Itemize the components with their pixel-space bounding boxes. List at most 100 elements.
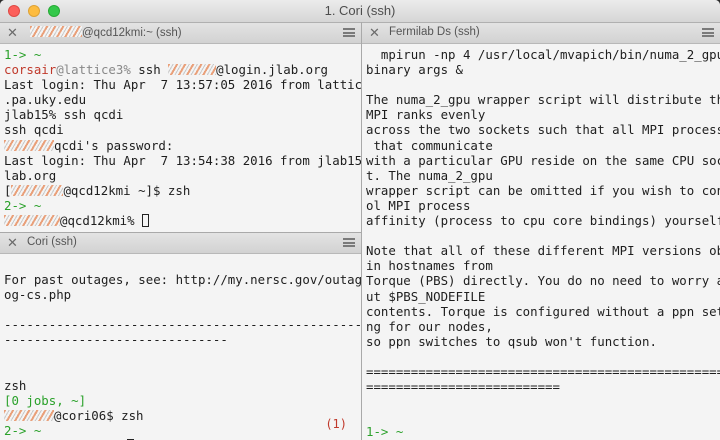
terminal-text: qcdi's password: <box>54 137 174 153</box>
terminal-text: Torque (PBS) directly. You do no need to… <box>366 273 720 289</box>
terminal-line: ng for our nodes, <box>366 319 718 334</box>
terminal-text: ssh <box>138 62 169 78</box>
terminal-output[interactable]: mpirun -np 4 /usr/local/mvapich/bin/numa… <box>366 47 720 440</box>
terminal-line: MPI ranks evenly <box>366 107 718 122</box>
redacted-username <box>4 409 54 421</box>
terminal-line: [0 jobs, ~] <box>4 393 359 408</box>
terminal-line: ----------------------------------------… <box>4 317 361 333</box>
terminal-line: ========================== <box>366 379 718 394</box>
redacted-username <box>30 26 82 37</box>
terminal-text: binary args & <box>366 62 463 78</box>
terminal-line: wrapper script can be omitted if you wis… <box>366 182 720 198</box>
terminal-window: 1. Cori (ssh) ✕ @qcd12kmi:~ (ssh) 1-> ~ c… <box>0 0 720 440</box>
terminal-text: @lattice3% <box>56 62 139 78</box>
terminal-line: qcdi's password: <box>4 138 359 153</box>
terminal-text: The numa_2_gpu wrapper script will distr… <box>366 92 720 108</box>
terminal-text: Last login: Thu Apr 7 13:54:38 2016 from… <box>4 152 361 168</box>
terminal-text: across the two sockets such that all MPI… <box>366 122 720 138</box>
terminal-line: ol MPI process <box>366 198 718 213</box>
terminal-text: For past outages, see: http://my.nersc.g… <box>4 272 361 288</box>
terminal-line: .pa.uky.edu <box>4 92 359 107</box>
close-pane-icon[interactable]: ✕ <box>7 235 18 251</box>
terminal-text: that communicate <box>366 137 493 153</box>
terminal-line: Last login: Thu Apr 7 13:54:38 2016 from… <box>4 152 361 168</box>
terminal-line: lab.org <box>4 168 359 183</box>
close-pane-icon[interactable]: ✕ <box>7 25 18 41</box>
pane-title: @qcd12kmi:~ (ssh) <box>82 27 182 39</box>
terminal-line: corsair@lattice3% ssh @login.jlab.org <box>4 62 359 77</box>
pane-title: Fermilab Ds (ssh) <box>389 26 480 38</box>
terminal-text: 1-> ~ <box>366 424 404 440</box>
pane-menu-icon[interactable] <box>702 28 714 37</box>
terminal-line: ========================================… <box>366 363 720 379</box>
terminal-line: og-cs.php <box>4 287 359 302</box>
terminal-line: ssh qcdi <box>4 122 359 137</box>
terminal-line: @cori06$ zsh <box>4 408 359 423</box>
unread-badge: (1) <box>325 417 347 431</box>
terminal-text: @login.jlab.org <box>216 62 329 78</box>
terminal-output[interactable]: 1-> ~ corsair@lattice3% ssh @login.jlab.o… <box>4 47 361 232</box>
terminal-line: that communicate <box>366 138 718 153</box>
pane-fermilab[interactable]: ✕ Fermilab Ds (ssh) mpirun -np 4 /usr/lo… <box>362 23 720 440</box>
terminal-text: mpirun -np 4 /usr/local/mvapich/bin/numa… <box>366 47 720 62</box>
terminal-text: ssh qcdi <box>4 122 64 138</box>
terminal-line: 2-> ~ <box>4 423 359 438</box>
terminal-line: The numa_2_gpu wrapper script will distr… <box>366 92 720 108</box>
terminal-line: 2-> ~ <box>4 198 359 213</box>
terminal-text: @cori06$ zsh <box>54 407 144 423</box>
terminal-line: jlab15% ssh qcdi <box>4 107 359 122</box>
pane-qcd12kmi[interactable]: ✕ @qcd12kmi:~ (ssh) 1-> ~ corsair@lattice… <box>0 23 361 232</box>
terminal-text: .pa.uky.edu <box>4 92 87 108</box>
terminal-line: Torque (PBS) directly. You do no need to… <box>366 273 720 289</box>
terminal-text: jlab15% ssh qcdi <box>4 107 124 123</box>
terminal-line: ut $PBS_NODEFILE <box>366 289 718 304</box>
terminal-output[interactable]: For past outages, see: http://my.nersc.g… <box>4 257 361 440</box>
terminal-text: 1-> ~ <box>4 47 42 62</box>
title-bar[interactable]: 1. Cori (ssh) <box>0 0 720 23</box>
window-title: 1. Cori (ssh) <box>324 3 396 18</box>
terminal-text: zsh <box>4 377 27 393</box>
terminal-text: ========================================… <box>366 363 720 379</box>
terminal-line: t. The numa_2_gpu <box>366 168 718 183</box>
terminal-text: wrapper script can be omitted if you wis… <box>366 182 720 198</box>
terminal-line: so ppn switches to qsub won't function. <box>366 334 718 349</box>
terminal-text: Last login: Thu Apr 7 13:57:05 2016 from… <box>4 77 361 93</box>
terminal-text: 2-> ~ <box>4 197 42 213</box>
terminal-text: @qcd12kmi% <box>60 213 143 229</box>
terminal-line: Last login: Thu Apr 7 13:57:05 2016 from… <box>4 77 361 93</box>
terminal-line: @qcd12kmi% <box>4 213 359 228</box>
terminal-line: 1-> ~ <box>366 424 718 439</box>
terminal-line: in hostnames from <box>366 258 718 273</box>
terminal-text: so ppn switches to qsub won't function. <box>366 333 657 349</box>
terminal-text: Note that all of these different MPI ver… <box>366 243 720 259</box>
terminal-text: @qcd12kmi ~]$ zsh <box>63 182 191 198</box>
terminal-line: zsh <box>4 378 359 393</box>
terminal-line: [@qcd12kmi ~]$ zsh <box>4 183 359 198</box>
terminal-text: ========================== <box>366 379 560 395</box>
close-pane-icon[interactable]: ✕ <box>369 25 380 41</box>
terminal-text: [0 jobs, ~] <box>4 392 87 408</box>
terminal-line: with a particular GPU reside on the same… <box>366 153 720 168</box>
terminal-text: MPI ranks evenly <box>366 107 486 123</box>
pane-header: ✕ Fermilab Ds (ssh) <box>362 23 720 44</box>
terminal-text: contents. Torque is configured without a… <box>366 303 720 319</box>
pane-menu-icon[interactable] <box>343 238 355 247</box>
pane-menu-icon[interactable] <box>343 28 355 37</box>
terminal-text: og-cs.php <box>4 287 72 303</box>
terminal-text: affinity (process to cpu core bindings) … <box>366 213 720 229</box>
terminal-line: 1-> ~ <box>4 47 359 62</box>
terminal-text: ----------------------------------------… <box>4 317 361 333</box>
pane-title: Cori (ssh) <box>27 236 77 248</box>
terminal-line: contents. Torque is configured without a… <box>366 303 720 319</box>
redacted-username <box>11 184 64 196</box>
terminal-line: ------------------------------ <box>4 332 359 347</box>
pane-cori[interactable]: ✕ Cori (ssh) For past outages, see: http… <box>0 233 361 440</box>
